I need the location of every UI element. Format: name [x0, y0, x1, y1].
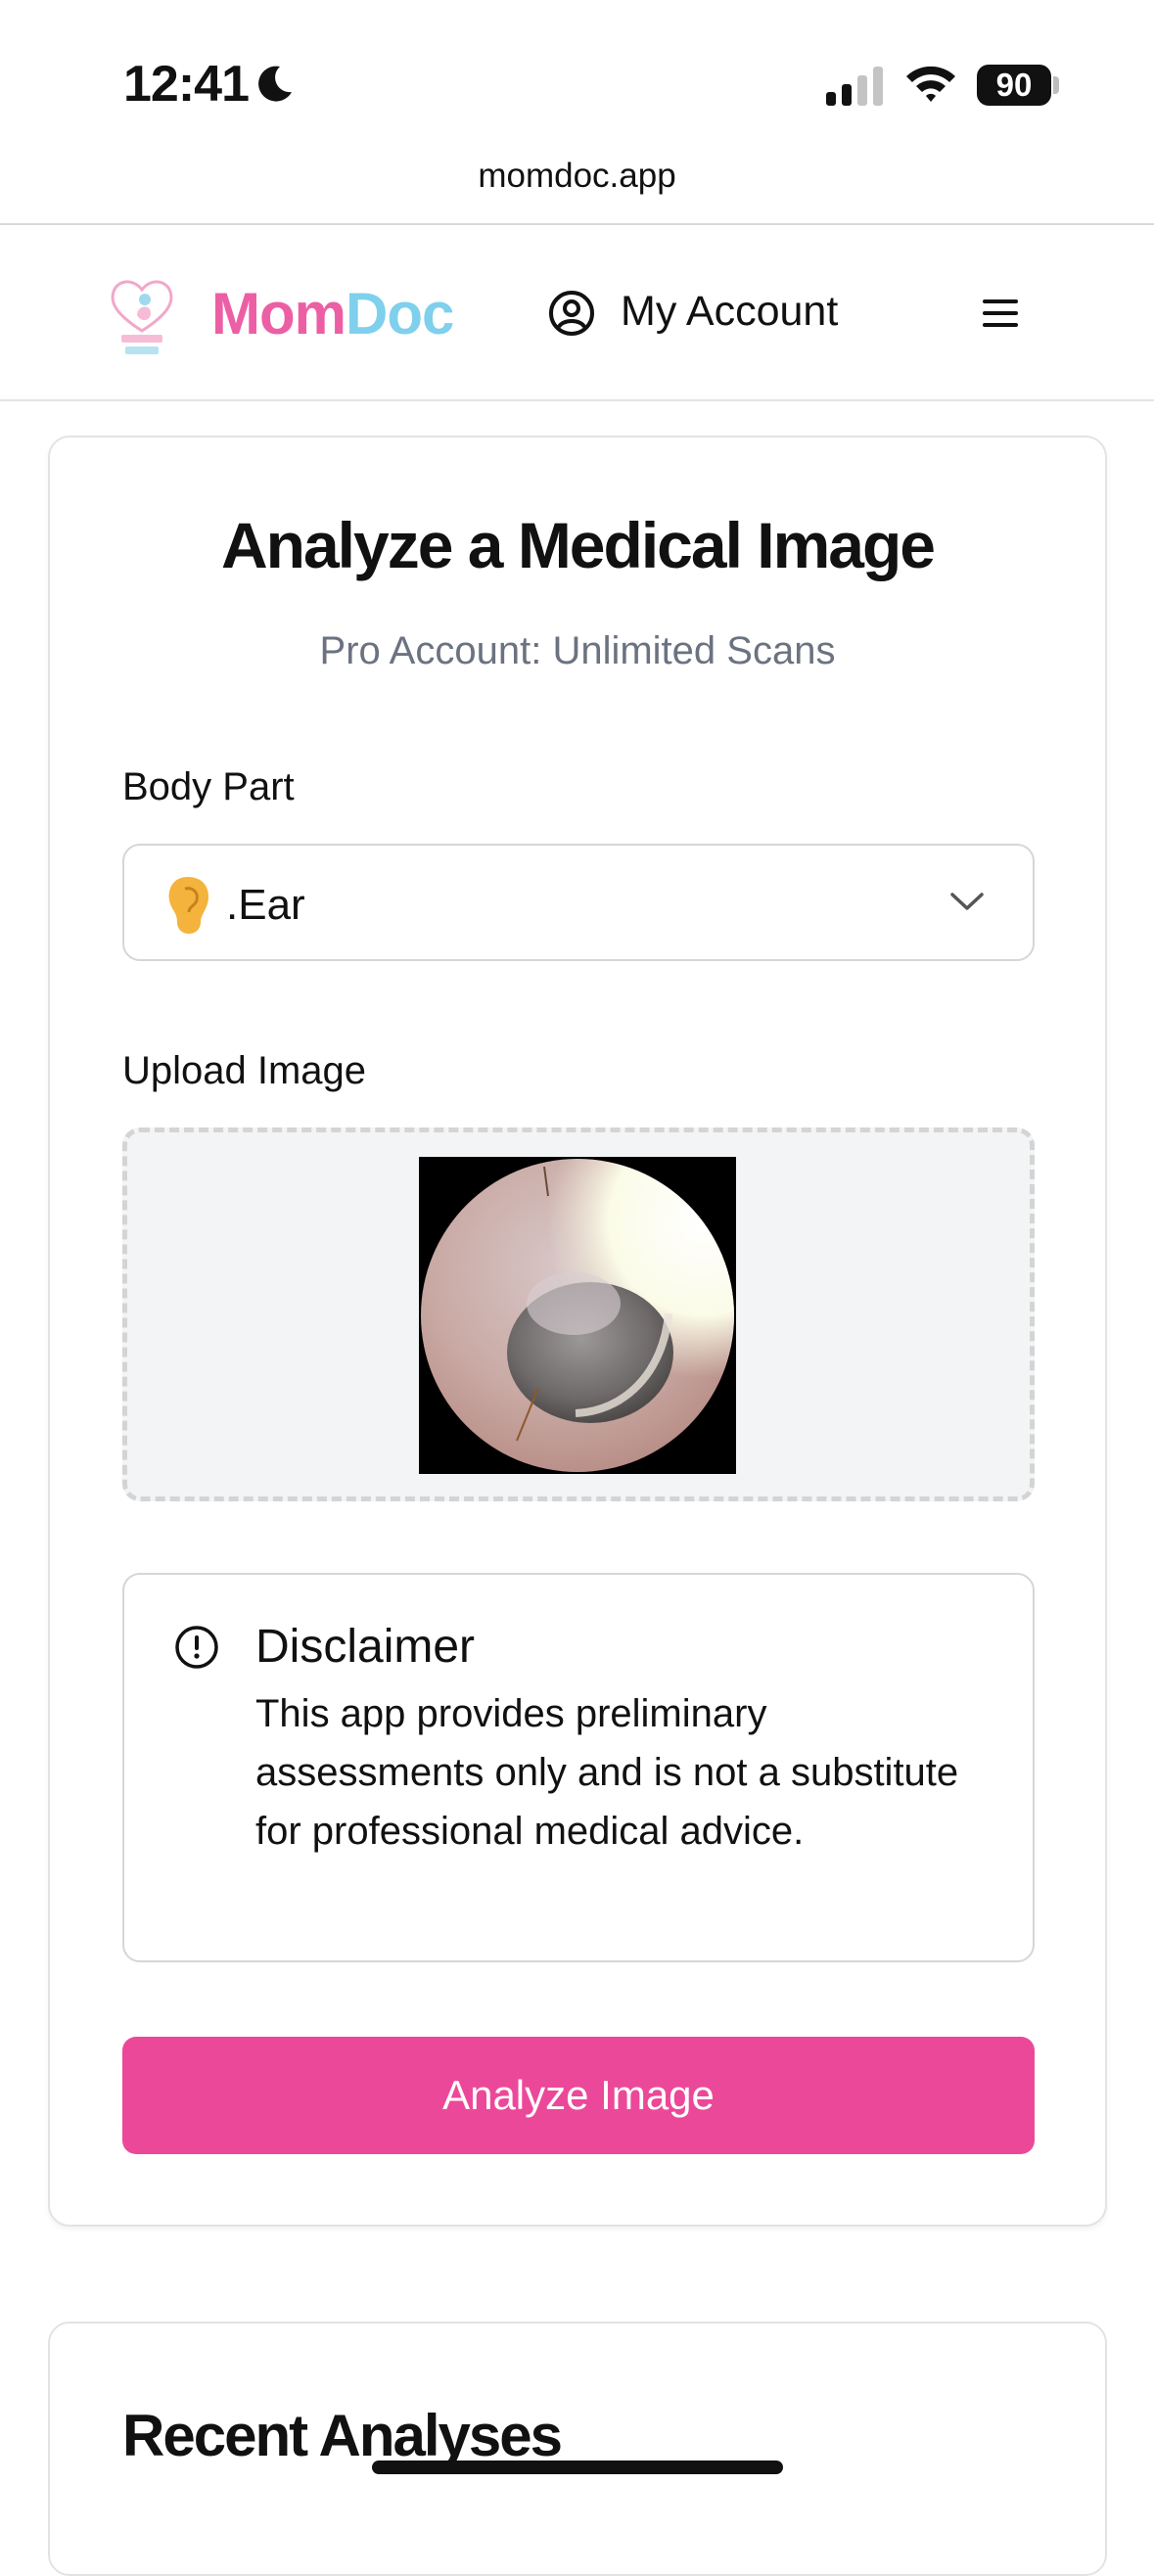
- analyze-image-button[interactable]: Analyze Image: [122, 2037, 1035, 2154]
- chevron-down-icon: [950, 893, 984, 910]
- status-bar: 12:41 90: [0, 0, 1154, 157]
- ear-icon: [168, 877, 208, 934]
- disclaimer-title: Disclaimer: [255, 1621, 476, 1673]
- moon-icon: [258, 66, 292, 102]
- battery-indicator: 90: [977, 65, 1051, 106]
- alert-circle-icon: [175, 1626, 218, 1669]
- home-indicator: [372, 2461, 783, 2474]
- battery-tip: [1053, 76, 1059, 94]
- cellular-signal-icon: [826, 67, 883, 106]
- body-part-value: .Ear: [226, 881, 305, 929]
- brand-doc: Doc: [345, 281, 454, 346]
- body-part-select[interactable]: .Ear: [122, 844, 1035, 961]
- wifi-icon: [906, 66, 955, 102]
- hamburger-menu-icon[interactable]: [979, 294, 1022, 333]
- user-circle-icon[interactable]: [548, 290, 595, 337]
- body-part-label: Body Part: [122, 765, 295, 808]
- browser-url[interactable]: momdoc.app: [0, 157, 1154, 225]
- status-time: 12:41: [123, 56, 250, 113]
- upload-label: Upload Image: [122, 1049, 367, 1092]
- account-status: Pro Account: Unlimited Scans: [319, 629, 836, 672]
- brand-name[interactable]: MomDoc: [211, 280, 454, 347]
- brand-mom: Mom: [211, 281, 346, 346]
- analyze-card: Analyze a Medical Image Pro Account: Unl…: [48, 436, 1107, 2227]
- recent-analyses-title: Recent Analyses: [122, 2403, 563, 2468]
- image-upload-dropzone[interactable]: [122, 1127, 1035, 1501]
- my-account-link[interactable]: My Account: [621, 288, 838, 336]
- page-title: Analyze a Medical Image: [221, 509, 936, 581]
- disclaimer-box: Disclaimer This app provides preliminary…: [122, 1573, 1035, 1962]
- momdoc-logo-icon[interactable]: [108, 276, 176, 358]
- uploaded-ear-image: [419, 1157, 736, 1474]
- recent-analyses-card: Recent Analyses: [48, 2322, 1107, 2576]
- disclaimer-text: This app provides preliminary assessment…: [255, 1692, 959, 1853]
- navbar: MomDoc My Account: [0, 225, 1154, 401]
